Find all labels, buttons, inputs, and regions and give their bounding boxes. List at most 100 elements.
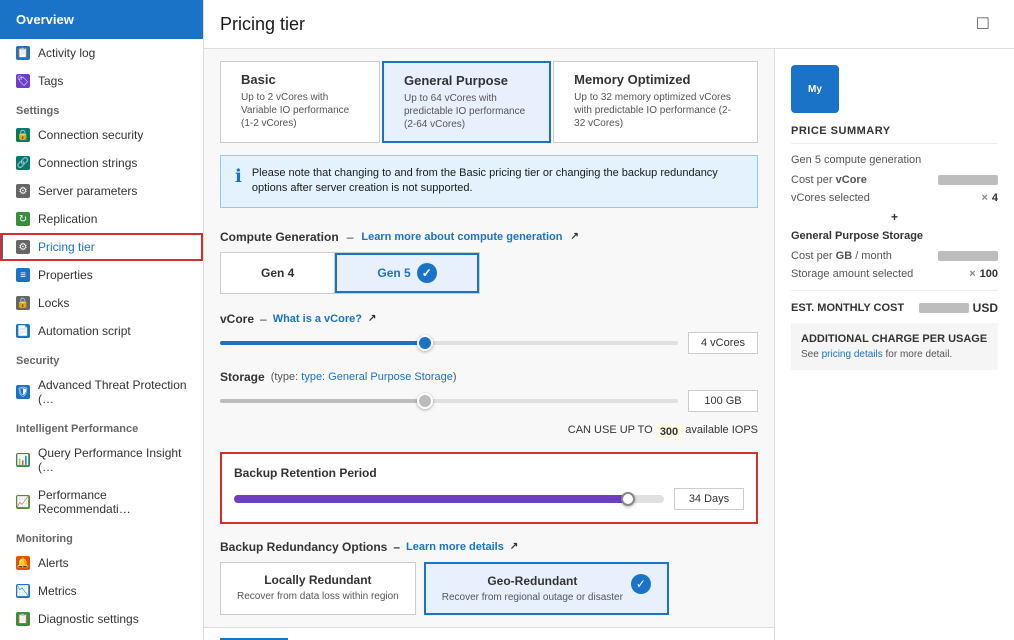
compute-label: Compute Generation: [220, 230, 339, 244]
redundancy-section: Backup Redundancy Options – Learn more d…: [204, 532, 774, 627]
sidebar-item-label: Alerts: [38, 556, 69, 570]
tab-basic[interactable]: Basic Up to 2 vCores with Variable IO pe…: [220, 61, 380, 143]
tab-general-purpose[interactable]: General Purpose Up to 64 vCores with pre…: [382, 61, 551, 143]
redundancy-desc: Recover from data loss within region: [237, 591, 399, 602]
gen-buttons: Gen 4 Gen 5 ✓: [220, 252, 480, 294]
price-section-title: PRICE SUMMARY: [791, 125, 998, 144]
sidebar-item-performance-rec[interactable]: 📈 Performance Recommendati…: [0, 481, 203, 523]
sidebar-item-label: Locks: [38, 296, 69, 310]
gen4-button[interactable]: Gen 4: [221, 253, 335, 293]
tab-memory-optimized[interactable]: Memory Optimized Up to 32 memory optimiz…: [553, 61, 758, 143]
storage-section: Storage (type: type: General Purpose Sto…: [204, 362, 774, 420]
storage-slider-thumb[interactable]: [417, 393, 433, 409]
close-button[interactable]: ☐: [968, 10, 998, 38]
redundancy-dash: –: [393, 540, 400, 554]
plus-row: +: [791, 210, 998, 224]
sidebar-item-label: Pricing tier: [38, 240, 95, 254]
security-section-label: Security: [0, 345, 203, 371]
sidebar-item-connection-security[interactable]: 🔒 Connection security: [0, 121, 203, 149]
sidebar-item-tags[interactable]: 🏷 Tags: [0, 67, 203, 95]
main-area: Pricing tier ☐ Basic Up to 2 vCores with…: [204, 0, 1014, 640]
backup-slider-track[interactable]: [234, 495, 664, 503]
sidebar: Overview 📋 Activity log 🏷 Tags Settings …: [0, 0, 204, 640]
sidebar-header[interactable]: Overview: [0, 0, 203, 39]
backup-value-box: 34 Days: [674, 488, 744, 510]
storage-title: Storage (type: type: General Purpose Sto…: [220, 370, 758, 384]
vcore-slider-track[interactable]: [220, 341, 678, 345]
sidebar-item-query-performance[interactable]: 📊 Query Performance Insight (…: [0, 439, 203, 481]
info-box: ℹ Please note that changing to and from …: [220, 155, 758, 208]
compute-section: Compute Generation – Learn more about co…: [204, 220, 774, 304]
vcore-section: vCore – What is a vCore? ↗ 4 vCores: [204, 304, 774, 362]
sidebar-item-label: Tags: [38, 74, 63, 88]
option-geo-redundant[interactable]: Geo-Redundant Recover from regional outa…: [424, 562, 669, 615]
storage-section-title: General Purpose Storage: [791, 230, 998, 242]
advanced-threat-icon: 🛡: [16, 385, 30, 399]
sidebar-item-label: Server parameters: [38, 184, 137, 198]
geo-check: ✓: [631, 574, 651, 594]
redundancy-desc: Recover from regional outage or disaster: [442, 592, 623, 603]
currency: USD: [973, 301, 998, 315]
vcore-value-box: 4 vCores: [688, 332, 758, 354]
storage-value-box: 100 GB: [688, 390, 758, 412]
tier-name: General Purpose: [404, 73, 529, 88]
iops-label: CAN USE UP TO: [568, 424, 653, 440]
storage-slider-track[interactable]: [220, 399, 678, 403]
vcore-slider-fill: [220, 341, 426, 345]
sidebar-item-label: Activity log: [38, 46, 95, 60]
storage-amount-value: × 100: [969, 268, 998, 280]
sidebar-item-server-logs[interactable]: 📄 Server logs: [0, 633, 203, 640]
properties-icon: ≡: [16, 268, 30, 282]
diagnostic-settings-icon: 📋: [16, 612, 30, 626]
gen5-label: Gen 5: [377, 266, 410, 280]
sidebar-item-server-parameters[interactable]: ⚙ Server parameters: [0, 177, 203, 205]
sidebar-item-diagnostic-settings[interactable]: 📋 Diagnostic settings: [0, 605, 203, 633]
sidebar-item-pricing-tier[interactable]: ⚙ Pricing tier: [0, 233, 203, 261]
sidebar-item-replication[interactable]: ↻ Replication: [0, 205, 203, 233]
vcore-title: vCore – What is a vCore? ↗: [220, 312, 758, 326]
pricing-tier-icon: ⚙: [16, 240, 30, 254]
backup-slider-thumb[interactable]: [621, 492, 635, 506]
external-link-icon-redundancy: ↗: [510, 541, 518, 552]
logo-text: My: [808, 84, 822, 95]
storage-type-link[interactable]: type: General Purpose Storage: [301, 371, 453, 383]
price-divider: [791, 290, 998, 291]
tier-desc: Up to 2 vCores with Variable IO performa…: [241, 91, 359, 130]
redundancy-link[interactable]: Learn more details: [406, 541, 504, 553]
sidebar-item-automation-script[interactable]: 📄 Automation script: [0, 317, 203, 345]
redundancy-options: Locally Redundant Recover from data loss…: [220, 562, 758, 615]
vcores-selected-row: vCores selected × 4: [791, 192, 998, 204]
gen5-button[interactable]: Gen 5 ✓: [335, 253, 478, 293]
sidebar-item-properties[interactable]: ≡ Properties: [0, 261, 203, 289]
alerts-icon: 🔔: [16, 556, 30, 570]
cost-per-vcore-row: Cost per vCore: [791, 174, 998, 186]
storage-x: ×: [969, 268, 975, 280]
storage-slider-row: 100 GB: [220, 390, 758, 412]
sidebar-item-alerts[interactable]: 🔔 Alerts: [0, 549, 203, 577]
external-link-icon: ↗: [570, 231, 578, 242]
cost-per-vcore-label: Cost per vCore: [791, 174, 867, 186]
sidebar-item-activity-log[interactable]: 📋 Activity log: [0, 39, 203, 67]
tier-name: Basic: [241, 72, 359, 87]
performance-rec-icon: 📈: [16, 495, 30, 509]
vcore-link[interactable]: What is a vCore?: [273, 313, 362, 325]
vcore-slider-thumb[interactable]: [417, 335, 433, 351]
sidebar-item-label: Query Performance Insight (…: [38, 446, 193, 474]
vcore-dash: –: [260, 312, 267, 326]
storage-slider-fill: [220, 399, 426, 403]
sidebar-item-locks[interactable]: 🔒 Locks: [0, 289, 203, 317]
storage-amount-row: Storage amount selected × 100: [791, 268, 998, 280]
pricing-details-link[interactable]: pricing details: [822, 349, 883, 360]
server-params-icon: ⚙: [16, 184, 30, 198]
compute-learn-more-link[interactable]: Learn more about compute generation: [361, 231, 562, 243]
mysql-logo: My: [791, 65, 839, 113]
storage-num: 100: [980, 268, 998, 280]
sidebar-item-label: Connection security: [38, 128, 143, 142]
content-area: Basic Up to 2 vCores with Variable IO pe…: [204, 49, 774, 640]
sidebar-item-advanced-threat[interactable]: 🛡 Advanced Threat Protection (…: [0, 371, 203, 413]
cost-per-gb-label: Cost per GB / month: [791, 250, 892, 262]
compute-dash: –: [347, 230, 354, 244]
option-locally-redundant[interactable]: Locally Redundant Recover from data loss…: [220, 562, 416, 615]
sidebar-item-connection-strings[interactable]: 🔗 Connection strings: [0, 149, 203, 177]
sidebar-item-metrics[interactable]: 📉 Metrics: [0, 577, 203, 605]
